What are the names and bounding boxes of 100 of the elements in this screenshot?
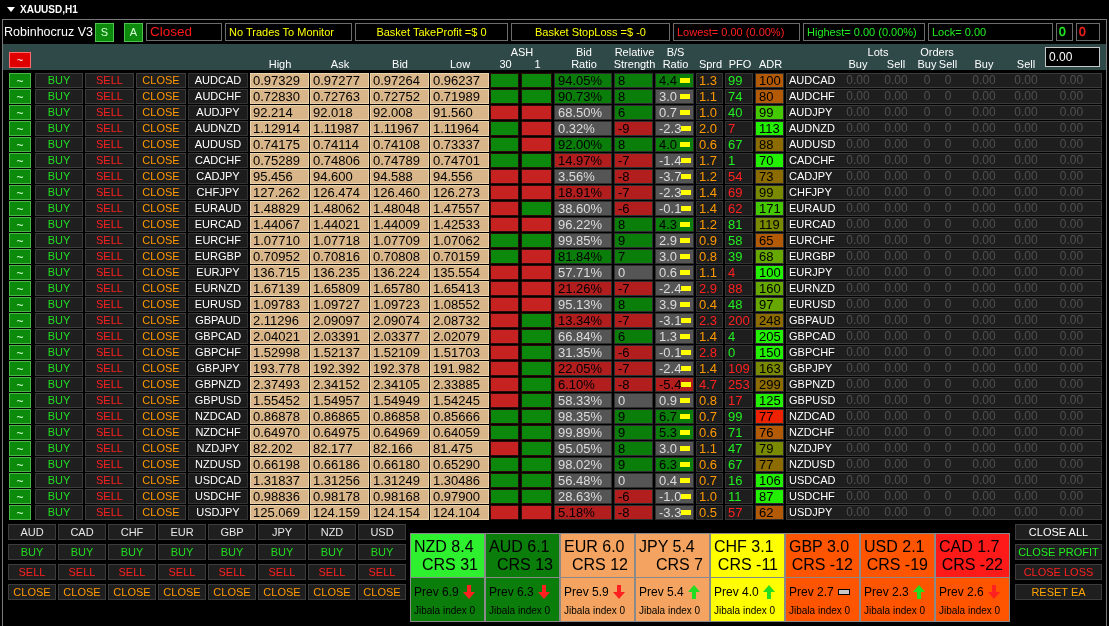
buy-button[interactable]: BUY: [35, 345, 83, 360]
buy-button[interactable]: BUY: [8, 544, 56, 560]
close-button[interactable]: CLOSE: [136, 473, 186, 488]
sell-button[interactable]: SELL: [8, 564, 56, 580]
chart-button[interactable]: ~: [9, 233, 31, 248]
sell-button[interactable]: SELL: [85, 297, 134, 312]
sell-button[interactable]: SELL: [85, 169, 134, 184]
close-button[interactable]: CLOSE: [308, 584, 356, 600]
chart-button[interactable]: ~: [9, 89, 31, 104]
buy-button[interactable]: BUY: [35, 457, 83, 472]
sell-button[interactable]: SELL: [85, 105, 134, 120]
close-button[interactable]: CLOSE: [136, 313, 186, 328]
sell-button[interactable]: SELL: [85, 409, 134, 424]
buy-button[interactable]: BUY: [108, 544, 156, 560]
close-button[interactable]: CLOSE: [136, 457, 186, 472]
sell-button[interactable]: SELL: [58, 564, 106, 580]
buy-button[interactable]: BUY: [35, 377, 83, 392]
close-button[interactable]: CLOSE: [136, 249, 186, 264]
sell-button[interactable]: SELL: [85, 201, 134, 216]
close-button[interactable]: CLOSE: [136, 281, 186, 296]
buy-button[interactable]: BUY: [35, 169, 83, 184]
chart-button[interactable]: ~: [9, 377, 31, 392]
chart-button[interactable]: ~: [9, 153, 31, 168]
chart-button[interactable]: ~: [9, 217, 31, 232]
buy-button[interactable]: BUY: [35, 121, 83, 136]
sell-button[interactable]: SELL: [85, 489, 134, 504]
sell-button[interactable]: SELL: [85, 505, 134, 520]
currency-button[interactable]: EUR: [158, 524, 206, 540]
close-button[interactable]: CLOSE: [258, 584, 306, 600]
close-button[interactable]: CLOSE: [136, 153, 186, 168]
close-button[interactable]: CLOSE: [136, 441, 186, 456]
mode-button[interactable]: S: [95, 23, 114, 42]
buy-button[interactable]: BUY: [35, 201, 83, 216]
sell-button[interactable]: SELL: [85, 121, 134, 136]
close-button[interactable]: CLOSE: [158, 584, 206, 600]
sell-button[interactable]: SELL: [158, 564, 206, 580]
sell-button[interactable]: SELL: [85, 265, 134, 280]
close-button[interactable]: CLOSE: [136, 233, 186, 248]
currency-button[interactable]: NZD: [308, 524, 356, 540]
buy-button[interactable]: BUY: [35, 297, 83, 312]
sell-button[interactable]: SELL: [85, 281, 134, 296]
sell-button[interactable]: SELL: [85, 185, 134, 200]
sell-button[interactable]: SELL: [85, 457, 134, 472]
close-button[interactable]: CLOSE: [358, 584, 406, 600]
buy-button[interactable]: BUY: [35, 185, 83, 200]
sell-button[interactable]: SELL: [208, 564, 256, 580]
sell-button[interactable]: SELL: [85, 361, 134, 376]
chart-toggle-button[interactable]: ~: [9, 52, 31, 68]
close-button[interactable]: CLOSE: [136, 425, 186, 440]
sell-button[interactable]: SELL: [85, 473, 134, 488]
close-button[interactable]: CLOSE: [136, 265, 186, 280]
chart-button[interactable]: ~: [9, 441, 31, 456]
close-button[interactable]: CLOSE: [136, 377, 186, 392]
amount-input[interactable]: 0.00: [1045, 47, 1100, 67]
close-button[interactable]: CLOSE: [136, 297, 186, 312]
buy-button[interactable]: BUY: [258, 544, 306, 560]
chart-button[interactable]: ~: [9, 185, 31, 200]
chart-button[interactable]: ~: [9, 297, 31, 312]
currency-button[interactable]: CAD: [58, 524, 106, 540]
close-button[interactable]: CLOSE: [136, 105, 186, 120]
action-button[interactable]: CLOSE ALL: [1015, 524, 1102, 540]
buy-button[interactable]: BUY: [58, 544, 106, 560]
close-button[interactable]: CLOSE: [136, 169, 186, 184]
buy-button[interactable]: BUY: [308, 544, 356, 560]
buy-button[interactable]: BUY: [35, 505, 83, 520]
sell-button[interactable]: SELL: [85, 73, 134, 88]
buy-button[interactable]: BUY: [35, 313, 83, 328]
action-button[interactable]: RESET EA: [1015, 584, 1102, 600]
buy-button[interactable]: BUY: [35, 281, 83, 296]
close-button[interactable]: CLOSE: [136, 89, 186, 104]
buy-button[interactable]: BUY: [358, 544, 406, 560]
chart-button[interactable]: ~: [9, 313, 31, 328]
close-button[interactable]: CLOSE: [136, 329, 186, 344]
chart-button[interactable]: ~: [9, 137, 31, 152]
sell-button[interactable]: SELL: [258, 564, 306, 580]
action-button[interactable]: CLOSE PROFIT: [1015, 544, 1102, 560]
close-button[interactable]: CLOSE: [136, 185, 186, 200]
sell-button[interactable]: SELL: [85, 441, 134, 456]
chart-button[interactable]: ~: [9, 457, 31, 472]
buy-button[interactable]: BUY: [35, 489, 83, 504]
currency-button[interactable]: AUD: [8, 524, 56, 540]
chart-button[interactable]: ~: [9, 73, 31, 88]
sell-button[interactable]: SELL: [85, 137, 134, 152]
chart-button[interactable]: ~: [9, 201, 31, 216]
currency-button[interactable]: USD: [358, 524, 406, 540]
sell-button[interactable]: SELL: [85, 377, 134, 392]
chart-button[interactable]: ~: [9, 121, 31, 136]
chart-button[interactable]: ~: [9, 409, 31, 424]
buy-button[interactable]: BUY: [35, 137, 83, 152]
close-button[interactable]: CLOSE: [8, 584, 56, 600]
action-button[interactable]: CLOSE LOSS: [1015, 564, 1102, 580]
sell-button[interactable]: SELL: [108, 564, 156, 580]
sell-button[interactable]: SELL: [85, 425, 134, 440]
currency-button[interactable]: GBP: [208, 524, 256, 540]
buy-button[interactable]: BUY: [35, 217, 83, 232]
chart-button[interactable]: ~: [9, 393, 31, 408]
close-button[interactable]: CLOSE: [136, 217, 186, 232]
buy-button[interactable]: BUY: [35, 361, 83, 376]
chart-button[interactable]: ~: [9, 345, 31, 360]
chart-button[interactable]: ~: [9, 473, 31, 488]
